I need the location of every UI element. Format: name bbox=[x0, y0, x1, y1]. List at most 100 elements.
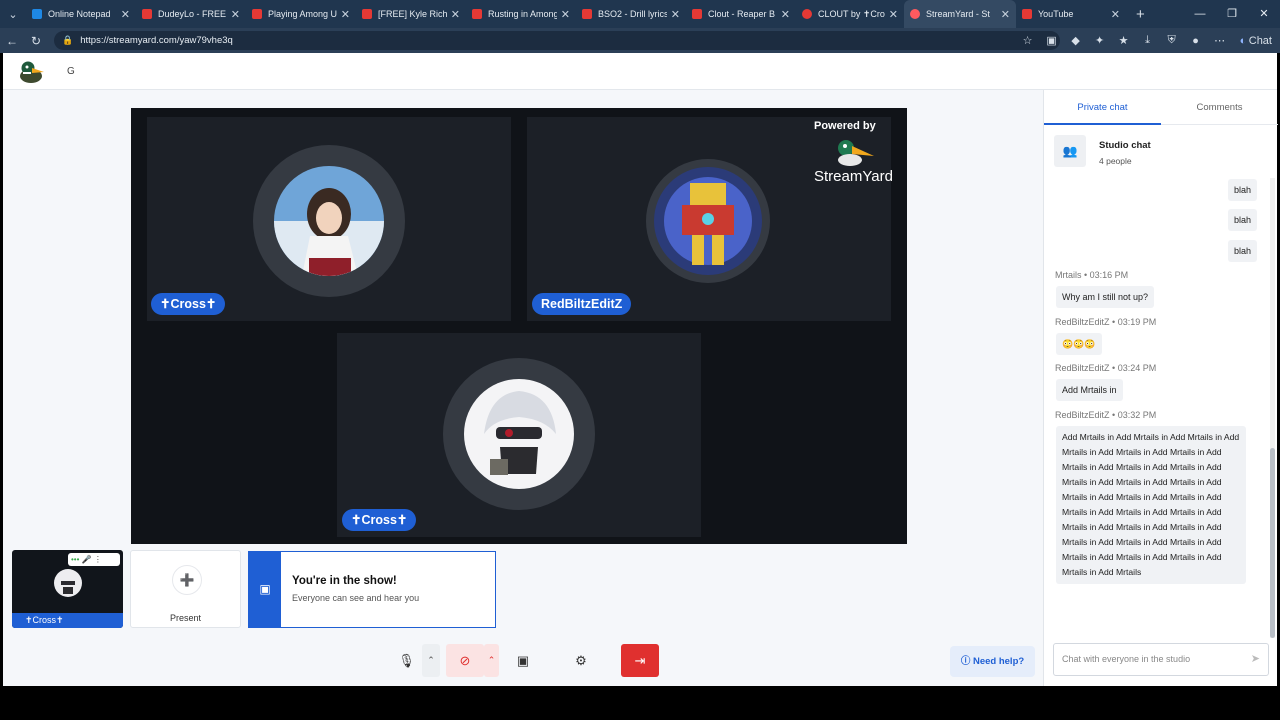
close-tab-icon[interactable]: ✕ bbox=[561, 8, 570, 21]
self-name-text: ✝Cross✝ bbox=[25, 615, 64, 625]
message-meta: RedBiltzEditZ • 03:32 PM bbox=[1055, 410, 1157, 420]
close-window-icon[interactable]: ✕ bbox=[1248, 0, 1280, 28]
chat-button-label: Chat bbox=[1248, 34, 1272, 47]
participant-tile[interactable]: ✝Cross✝ bbox=[147, 117, 511, 321]
tab-youtube-kyle-richh[interactable]: [FREE] Kyle Richh x Ja ✕ bbox=[356, 0, 466, 28]
lock-icon: 🔒 bbox=[62, 35, 74, 45]
profile-avatar-icon[interactable]: ● bbox=[1184, 35, 1208, 47]
participant-name: ✝Cross✝ bbox=[342, 509, 417, 531]
address-toolbar: ← ↻ 🔒 https://streamyard.com/yaw79vhe3q … bbox=[0, 28, 1280, 53]
mic-icon[interactable]: 🎤 bbox=[82, 555, 92, 564]
message-author: RedBiltzEditZ bbox=[1055, 317, 1110, 327]
avatar bbox=[274, 166, 384, 276]
gear-icon: ⚙ bbox=[575, 653, 587, 668]
tab-youtube[interactable]: YouTube ✕ bbox=[1016, 0, 1126, 28]
close-tab-icon[interactable]: ✕ bbox=[231, 8, 240, 21]
maximize-icon[interactable]: ❐ bbox=[1216, 0, 1248, 28]
studio-header: G bbox=[3, 53, 1277, 90]
download-icon[interactable]: ⤓ bbox=[1136, 34, 1160, 47]
copilot-chat-button[interactable]: ◐ Chat bbox=[1232, 35, 1280, 47]
refresh-icon[interactable]: ↻ bbox=[24, 34, 48, 48]
toolbar-actions: ☆ ▣ ◆ ✦ ★ ⤓ ⛨ ● ⋯ ◐ Chat bbox=[1016, 28, 1280, 53]
youtube-favicon-icon bbox=[362, 9, 372, 19]
streamyard-brand: StreamYard bbox=[814, 168, 893, 185]
mic-button[interactable]: 🎙 bbox=[391, 644, 422, 677]
close-tab-icon[interactable]: ✕ bbox=[341, 8, 350, 21]
tab-online-notepad[interactable]: Online Notepad ✕ bbox=[26, 0, 136, 28]
tab-youtube-rusting[interactable]: Rusting in Among U ✕ bbox=[466, 0, 576, 28]
camera-options-chevron-icon[interactable]: ⌃ bbox=[484, 644, 499, 677]
tab-streamyard[interactable]: StreamYard - St ✕ bbox=[904, 0, 1016, 28]
address-bar[interactable]: 🔒 https://streamyard.com/yaw79vhe3q bbox=[54, 31, 1060, 50]
tab-clout-cross[interactable]: CLOUT by ✝Cross✝ ✕ bbox=[796, 0, 904, 28]
window-controls: — ❐ ✕ bbox=[1184, 0, 1280, 28]
screen-share-icon: ▣ bbox=[516, 653, 530, 668]
participant-tile[interactable]: ✝Cross✝ bbox=[337, 333, 701, 537]
scrollbar-thumb[interactable] bbox=[1270, 448, 1275, 638]
more-menu-icon[interactable]: ⋯ bbox=[1208, 34, 1232, 47]
favorites-icon[interactable]: ★ bbox=[1112, 34, 1136, 47]
close-tab-icon[interactable]: ✕ bbox=[889, 8, 898, 21]
close-tab-icon[interactable]: ✕ bbox=[1001, 8, 1010, 21]
tab-label: DudeyLo - FREE JAYO bbox=[158, 9, 227, 19]
new-tab-plus-icon[interactable]: + bbox=[1136, 6, 1145, 23]
youtube-favicon-icon bbox=[692, 9, 702, 19]
close-tab-icon[interactable]: ✕ bbox=[671, 8, 680, 21]
close-tab-icon[interactable]: ✕ bbox=[451, 8, 460, 21]
minimize-icon[interactable]: — bbox=[1184, 0, 1216, 28]
mic-options-chevron-icon[interactable]: ⌃ bbox=[422, 644, 440, 677]
tab-youtube-dudeylo[interactable]: DudeyLo - FREE JAYO ✕ bbox=[136, 0, 246, 28]
tab-private-chat[interactable]: Private chat bbox=[1044, 90, 1161, 125]
user-initial[interactable]: G bbox=[67, 66, 75, 77]
message-meta: RedBiltzEditZ • 03:24 PM bbox=[1055, 363, 1157, 373]
message-author: RedBiltzEditZ bbox=[1055, 410, 1110, 420]
puzzle-icon[interactable]: ✦ bbox=[1088, 34, 1112, 47]
settings-button[interactable]: ⚙ bbox=[565, 644, 597, 677]
present-label: Present bbox=[169, 613, 202, 623]
chat-scrollbar[interactable] bbox=[1270, 178, 1275, 638]
studio-people-count: 4 people bbox=[1099, 156, 1132, 166]
tab-youtube-among-us[interactable]: Playing Among Us al ✕ bbox=[246, 0, 356, 28]
avatar bbox=[464, 379, 574, 489]
shield-icon[interactable]: ⛨ bbox=[1160, 34, 1184, 47]
close-tab-icon[interactable]: ✕ bbox=[121, 8, 130, 21]
message-time: 03:16 PM bbox=[1089, 270, 1129, 280]
share-screen-button[interactable]: ▣ bbox=[507, 644, 539, 677]
leave-studio-button[interactable]: ⇥ bbox=[621, 644, 659, 677]
tab-label: Rusting in Among U bbox=[488, 9, 557, 19]
close-tab-icon[interactable]: ✕ bbox=[781, 8, 790, 21]
tab-youtube-clout-reaper[interactable]: Clout - Reaper B (Of ✕ bbox=[686, 0, 796, 28]
back-arrow-icon[interactable]: ← bbox=[0, 34, 24, 48]
self-camera-preview[interactable]: ••• 🎤 ⋮ ✝Cross✝ bbox=[12, 550, 123, 628]
extension-icon[interactable]: ◆ bbox=[1064, 34, 1088, 47]
tab-comments[interactable]: Comments bbox=[1161, 90, 1278, 125]
more-vertical-icon[interactable]: ⋮ bbox=[94, 555, 102, 564]
chat-input[interactable]: Chat with everyone in the studio ➤ bbox=[1053, 643, 1269, 676]
chat-message: Add Mrtails in bbox=[1056, 379, 1123, 401]
chat-tabs: Private chat Comments bbox=[1044, 90, 1278, 125]
person-badge-icon: ▣ bbox=[249, 552, 281, 627]
message-time: 03:19 PM bbox=[1117, 317, 1157, 327]
youtube-favicon-icon bbox=[142, 9, 152, 19]
tab-actions-chevron-icon[interactable]: ⌄ bbox=[0, 0, 26, 28]
avatar bbox=[654, 167, 762, 275]
favorite-star-icon[interactable]: ☆ bbox=[1016, 34, 1040, 47]
chat-message: Why am I still not up? bbox=[1056, 286, 1155, 308]
in-show-title: You're in the show! bbox=[292, 575, 397, 587]
exit-icon: ⇥ bbox=[634, 653, 646, 668]
message-author: RedBiltzEditZ bbox=[1055, 363, 1110, 373]
camera-button[interactable]: ⊘ bbox=[446, 644, 484, 677]
recording-favicon-icon bbox=[910, 9, 920, 19]
present-button[interactable]: ➕ Present bbox=[130, 550, 241, 628]
streamyard-logo-icon[interactable] bbox=[17, 59, 47, 85]
close-tab-icon[interactable]: ✕ bbox=[1111, 8, 1120, 21]
chat-message: Add Mrtails in Add Mrtails in Add Mrtail… bbox=[1056, 426, 1246, 584]
media-icon[interactable]: ▣ bbox=[1040, 34, 1064, 47]
tab-youtube-bso2[interactable]: BSO2 - Drill lyrics th ✕ bbox=[576, 0, 686, 28]
message-time: 03:24 PM bbox=[1117, 363, 1157, 373]
tab-label: Online Notepad bbox=[48, 9, 111, 19]
own-message: blah bbox=[1228, 179, 1258, 201]
need-help-button[interactable]: ⓘ Need help? bbox=[950, 646, 1035, 677]
own-message: blah bbox=[1228, 240, 1258, 262]
send-icon[interactable]: ➤ bbox=[1251, 644, 1260, 675]
